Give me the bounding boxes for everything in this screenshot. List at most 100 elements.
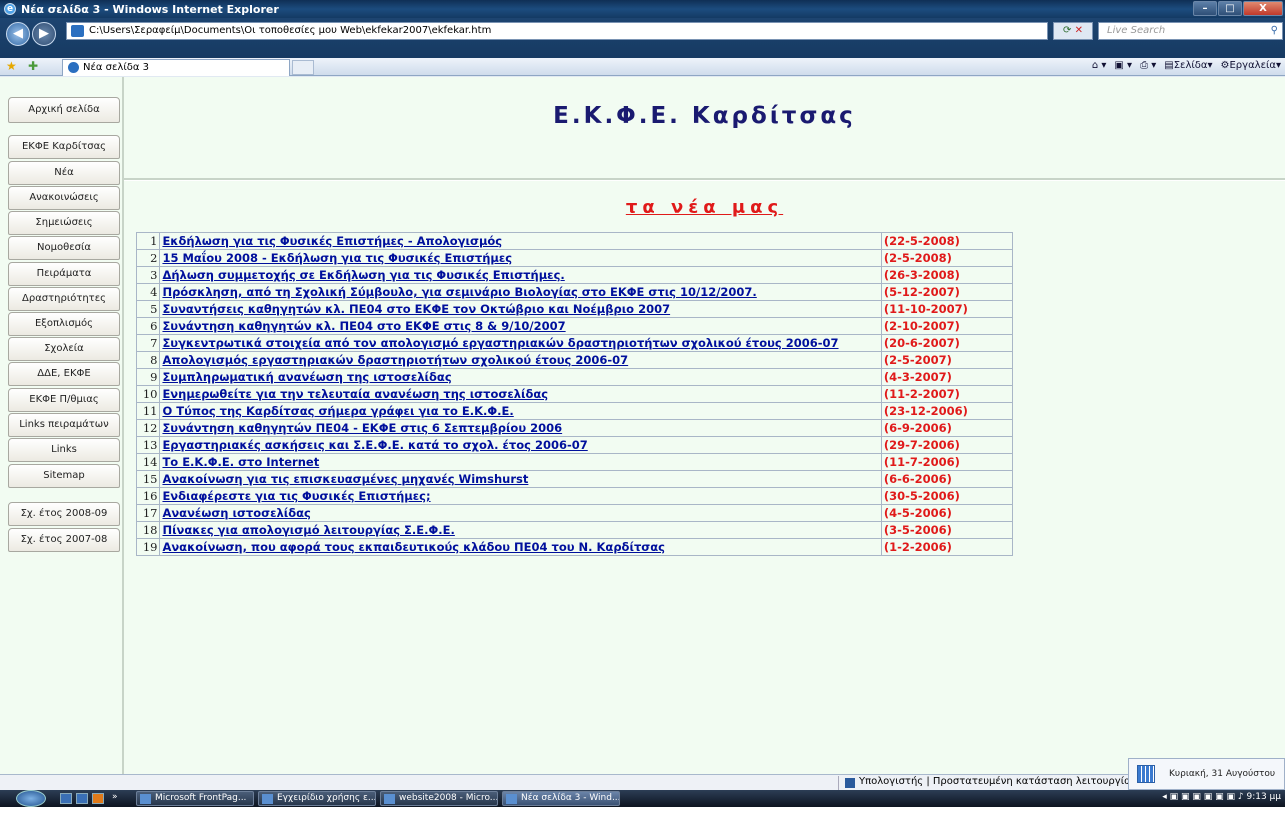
news-link[interactable]: Το Ε.Κ.Φ.Ε. στο Internet [162,455,319,469]
back-arrow-icon[interactable]: ◀ [6,22,30,46]
news-link[interactable]: 15 Μαΐου 2008 - Εκδήλωση για τις Φυσικές… [162,251,512,265]
forward-arrow-icon[interactable]: ▶ [32,22,56,46]
news-link[interactable]: Ανανέωση ιστοσελίδας [162,506,310,520]
date-tooltip: Κυριακή, 31 Αυγούστου 2008 [1128,758,1285,809]
main-area: τα νέα μας 1 Εκδήλωση για τις Φυσικές Επι… [124,181,1285,775]
nav-dde-ekfe[interactable]: ΔΔΕ, ΕΚΦΕ [8,362,120,386]
news-number: 16 [135,487,161,505]
news-link[interactable]: Ανακοίνωση, που αφορά τους εκπαιδευτικού… [162,540,665,554]
news-link[interactable]: Δήλωση συμμετοχής σε Εκδήλωση για τις Φυ… [162,268,564,282]
stop-icon[interactable]: ✕ [1075,25,1083,36]
nav-links[interactable]: Links [8,438,120,462]
add-favorites-icon[interactable]: ✚ [28,59,38,73]
feeds-icon[interactable]: ▣ ▾ [1114,60,1132,71]
news-link[interactable]: Ο Τύπος της Καρδίτσας σήμερα γράφει για … [162,404,513,418]
switch-windows-icon[interactable] [76,793,88,804]
news-date: (20-6-2007) [880,334,1014,352]
news-title-cell: Συνάντηση καθηγητών κλ. ΠΕ04 στο ΕΚΦΕ στ… [159,317,882,335]
news-link[interactable]: Εκδήλωση για τις Φυσικές Επιστήμες - Απο… [162,234,502,248]
news-row: 8 Απολογισμός εργαστηριακών δραστηριοτήτω… [135,351,1014,369]
news-date: (5-12-2007) [880,283,1014,301]
tab-label: Νέα σελίδα 3 [83,62,149,73]
news-row: 5 Συναντήσεις καθηγητών κλ. ΠΕ04 στο ΕΚΦΕ… [135,300,1014,318]
news-row: 3 Δήλωση συμμετοχής σε Εκδήλωση για τις Φ… [135,266,1014,284]
home-icon[interactable]: ⌂ ▾ [1092,60,1107,71]
news-number: 3 [135,266,161,284]
taskbar-item-website2008[interactable]: website2008 - Micro... [380,791,498,806]
news-date: (11-10-2007) [880,300,1014,318]
nav-year-2008-09[interactable]: Σχ. έτος 2008-09 [8,502,120,526]
tray-icons[interactable]: ◂ ▣ ▣ ▣ ▣ ▣ ▣ ♪ [1162,792,1246,802]
nav-announcements[interactable]: Ανακοινώσεις [8,186,120,210]
news-date: (1-2-2006) [880,538,1014,556]
news-number: 10 [135,385,161,403]
news-date: (2-10-2007) [880,317,1014,335]
news-link[interactable]: Συγκεντρωτικά στοιχεία από τον απολογισμ… [162,336,838,350]
news-row: 1 Εκδήλωση για τις Φυσικές Επιστήμες - Απ… [135,232,1014,250]
news-link[interactable]: Πίνακες για απολογισμό λειτουργίας Σ.Ε.Φ… [162,523,454,537]
news-title-cell: 15 Μαΐου 2008 - Εκδήλωση για τις Φυσικές… [159,249,882,267]
news-link[interactable]: Απολογισμός εργαστηριακών δραστηριοτήτων… [162,353,628,367]
news-link[interactable]: Συνάντηση καθηγητών ΠΕ04 - ΕΚΦΕ στις 6 Σ… [162,421,562,435]
news-date: (29-7-2006) [880,436,1014,454]
nav-ekfe-primary[interactable]: ΕΚΦΕ Π/θμιας [8,388,120,412]
nav-activities[interactable]: Δραστηριότητες [8,287,120,311]
nav-legislation[interactable]: Νομοθεσία [8,236,120,260]
show-desktop-icon[interactable] [60,793,72,804]
search-icon[interactable]: ⚲ [1271,23,1278,39]
news-number: 15 [135,470,161,488]
nav-ekfe-karditsas[interactable]: ΕΚΦΕ Καρδίτσας [8,135,120,159]
news-title-cell: Ο Τύπος της Καρδίτσας σήμερα γράφει για … [159,402,882,420]
status-bar: Υπολογιστής | Προστατευμένη κατάσταση λε… [0,774,1285,790]
news-link[interactable]: Ανακοίνωση για τις επισκευασμένες μηχανέ… [162,472,528,486]
clock[interactable]: 9:13 μμ [1246,792,1281,802]
media-player-icon[interactable] [92,793,104,804]
news-link[interactable]: Συμπληρωματική ανανέωση της ιστοσελίδας [162,370,451,384]
start-button[interactable] [16,790,46,807]
news-link[interactable]: Ενημερωθείτε για την τελευταία ανανέωση … [162,387,548,401]
news-row: 16 Ενδιαφέρεστε για τις Φυσικές Επιστήμες… [135,487,1014,505]
frontpage-icon [140,794,151,804]
taskbar-item-frontpage[interactable]: Microsoft FrontPag... [136,791,254,806]
tools-menu[interactable]: ⚙ Εργαλεία ▾ [1221,60,1281,71]
tab-current[interactable]: Νέα σελίδα 3 [62,59,290,76]
new-tab-button[interactable] [292,60,314,75]
refresh-stop-buttons[interactable]: ⟳ ✕ [1053,22,1093,40]
news-link[interactable]: Εργαστηριακές ασκήσεις και Σ.Ε.Φ.Ε. κατά… [162,438,587,452]
taskbar-item-manual[interactable]: Εγχειρίδιο χρήσης ε... [258,791,376,806]
print-icon[interactable]: ⎙ ▾ [1140,60,1156,71]
taskbar-item-ie[interactable]: Νέα σελίδα 3 - Wind... [502,791,620,806]
news-row: 15 Ανακοίνωση για τις επισκευασμένες μηχα… [135,470,1014,488]
security-zone[interactable]: Υπολογιστής | Προστατευμένη κατάσταση λε… [838,776,1130,790]
nav-news[interactable]: Νέα [8,161,120,185]
news-title-cell: Εργαστηριακές ασκήσεις και Σ.Ε.Φ.Ε. κατά… [159,436,882,454]
maximize-button[interactable]: □ [1218,1,1242,16]
close-button[interactable]: X [1243,1,1283,16]
nav-notes[interactable]: Σημειώσεις [8,211,120,235]
nav-experiment-links[interactable]: Links πειραμάτων [8,413,120,437]
news-number: 8 [135,351,161,369]
more-quicklaunch-icon[interactable]: » [112,792,118,802]
favorites-star-icon[interactable]: ★ [6,59,17,73]
nav-equipment[interactable]: Εξοπλισμός [8,312,120,336]
search-input[interactable]: Live Search ⚲ [1098,22,1283,40]
address-url: C:\Users\Σεραφείμ\Documents\Οι τοποθεσίε… [89,25,492,36]
nav-sitemap[interactable]: Sitemap [8,464,120,488]
news-link[interactable]: Ενδιαφέρεστε για τις Φυσικές Επιστήμες; [162,489,430,503]
news-title-cell: Ανακοίνωση, που αφορά τους εκπαιδευτικού… [159,538,882,556]
minimize-button[interactable]: – [1193,1,1217,16]
window-title-bar[interactable]: e Νέα σελίδα 3 - Windows Internet Explor… [0,0,1285,18]
address-input[interactable]: C:\Users\Σεραφείμ\Documents\Οι τοποθεσίε… [66,22,1048,40]
news-link[interactable]: Συναντήσεις καθηγητών κλ. ΠΕ04 στο ΕΚΦΕ … [162,302,670,316]
news-title-cell: Συναντήσεις καθηγητών κλ. ΠΕ04 στο ΕΚΦΕ … [159,300,882,318]
nav-year-2007-08[interactable]: Σχ. έτος 2007-08 [8,528,120,552]
nav-schools[interactable]: Σχολεία [8,337,120,361]
nav-experiments[interactable]: Πειράματα [8,262,120,286]
page-menu[interactable]: ▤ Σελίδα ▾ [1164,60,1212,71]
news-row: 9 Συμπληρωματική ανανέωση της ιστοσελίδας… [135,368,1014,386]
news-title-cell: Απολογισμός εργαστηριακών δραστηριοτήτων… [159,351,882,369]
news-link[interactable]: Συνάντηση καθηγητών κλ. ΠΕ04 στο ΕΚΦΕ στ… [162,319,565,333]
refresh-icon[interactable]: ⟳ [1063,25,1071,36]
nav-home[interactable]: Αρχική σελίδα [8,97,120,123]
news-link[interactable]: Πρόσκληση, από τη Σχολική Σύμβουλο, για … [162,285,756,299]
